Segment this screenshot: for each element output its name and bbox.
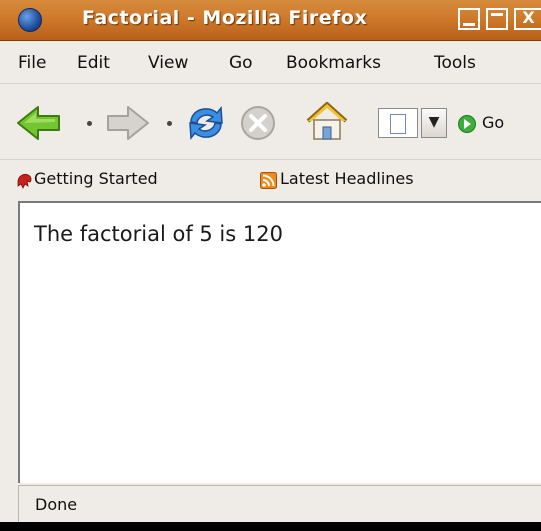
- dropdown-arrow-icon: ▼: [428, 114, 440, 130]
- back-dropdown-icon[interactable]: [87, 121, 92, 126]
- menu-bar: File Edit View Go Bookmarks Tools: [0, 41, 541, 83]
- page-icon: [390, 114, 406, 134]
- bookmark-getting-started[interactable]: Getting Started: [34, 169, 158, 188]
- menu-tools[interactable]: Tools: [434, 53, 476, 73]
- reload-icon[interactable]: [185, 102, 227, 144]
- close-button[interactable]: X: [514, 8, 541, 30]
- menu-go[interactable]: Go: [229, 53, 253, 73]
- menu-file[interactable]: File: [18, 53, 46, 73]
- go-button[interactable]: Go: [482, 113, 504, 132]
- status-bar: Done: [18, 485, 541, 522]
- stop-icon[interactable]: [240, 105, 276, 141]
- forward-dropdown-icon[interactable]: [167, 121, 172, 126]
- back-arrow-icon[interactable]: [16, 104, 62, 142]
- bookmarks-toolbar: Getting Started Latest Headlines: [0, 159, 541, 200]
- forward-arrow-icon[interactable]: [106, 104, 150, 142]
- window-title: Factorial - Mozilla Firefox: [82, 7, 368, 29]
- screen-bottom-edge: [0, 522, 541, 531]
- location-dropdown-button[interactable]: ▼: [421, 108, 447, 138]
- location-field[interactable]: [378, 108, 418, 138]
- menu-bookmarks[interactable]: Bookmarks: [286, 53, 381, 73]
- menu-edit[interactable]: Edit: [77, 53, 110, 73]
- window-left-edge: [0, 201, 18, 522]
- factorial-result-text: The factorial of 5 is 120: [34, 222, 283, 246]
- title-bar[interactable]: Factorial - Mozilla Firefox X: [0, 0, 541, 41]
- getting-started-icon: [17, 174, 32, 189]
- minimize-button[interactable]: [458, 8, 480, 30]
- home-icon[interactable]: [304, 100, 350, 142]
- menu-view[interactable]: View: [148, 53, 188, 73]
- browser-window: Factorial - Mozilla Firefox X File Edit …: [0, 0, 541, 531]
- bookmark-latest-headlines[interactable]: Latest Headlines: [280, 169, 414, 188]
- firefox-globe-icon[interactable]: [18, 8, 42, 32]
- rss-feed-icon: [260, 172, 277, 189]
- go-icon[interactable]: [458, 115, 476, 133]
- navigation-toolbar: ▼ Go: [0, 83, 541, 160]
- maximize-button[interactable]: [486, 8, 508, 30]
- page-content: The factorial of 5 is 120: [18, 201, 541, 483]
- status-text: Done: [35, 495, 78, 514]
